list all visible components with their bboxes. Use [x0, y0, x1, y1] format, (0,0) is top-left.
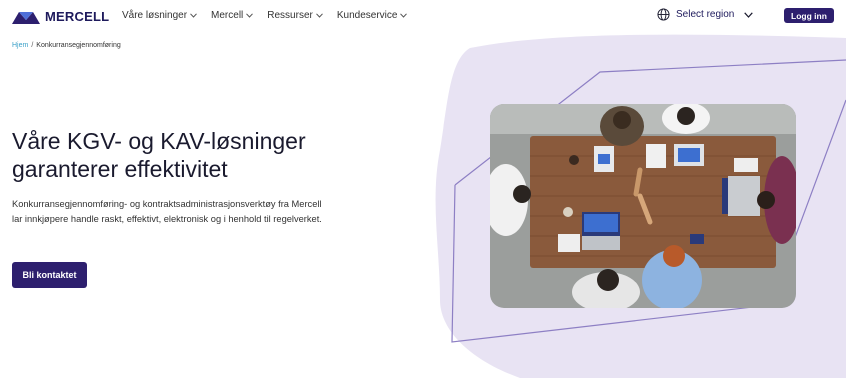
chevron-down-icon: [744, 11, 754, 18]
chevron-down-icon: [400, 13, 408, 18]
site-header: MERCELL Våre løsninger Mercell Ressurser…: [0, 0, 846, 34]
globe-icon: [657, 8, 670, 21]
region-selector[interactable]: Select region: [657, 8, 754, 21]
breadcrumb-current: Konkurransegjennomføring: [36, 42, 121, 49]
chevron-down-icon: [315, 13, 323, 18]
hero-description-line-2: lar innkjøpere handle raskt, effektivt, …: [12, 214, 322, 224]
nav-label: Ressurser: [267, 10, 313, 21]
page-title-line-2: garanterer effektivitet: [12, 156, 228, 182]
nav-item-resources[interactable]: Ressurser: [267, 10, 323, 21]
chevron-down-icon: [246, 13, 254, 18]
chevron-down-icon: [190, 13, 197, 18]
nav-item-mercell[interactable]: Mercell: [211, 10, 254, 21]
brand-name: MERCELL: [45, 9, 110, 24]
breadcrumb-separator: /: [31, 42, 34, 49]
page-title: Våre KGV- og KAV-løsninger garanterer ef…: [12, 127, 392, 183]
nav-item-customer-service[interactable]: Kundeservice: [337, 10, 408, 21]
breadcrumb-home-link[interactable]: Hjem: [12, 42, 28, 49]
meeting-illustration: [490, 104, 796, 308]
nav-item-solutions[interactable]: Våre løsninger: [122, 10, 197, 21]
nav-label: Kundeservice: [336, 10, 398, 21]
breadcrumb: Hjem / Konkurransegjennomføring: [12, 42, 121, 49]
main-nav: Våre løsninger Mercell Ressurser Kundese…: [122, 10, 408, 21]
hero-description: Konkurransegjennomføring- og kontraktsad…: [12, 197, 412, 227]
region-label: Select region: [676, 9, 735, 20]
login-button[interactable]: Logg inn: [784, 8, 834, 23]
hero-description-line-1: Konkurransegjennomføring- og kontraktsad…: [12, 199, 322, 209]
team-meeting-photo: [490, 104, 796, 308]
nav-label: Mercell: [211, 10, 244, 21]
nav-label: Våre løsninger: [122, 10, 188, 21]
mercell-logo[interactable]: MERCELL: [12, 9, 109, 24]
contact-me-button[interactable]: Bli kontaktet: [12, 262, 87, 288]
mercell-logo-icon: [12, 11, 40, 24]
page-title-line-1: Våre KGV- og KAV-løsninger: [12, 128, 306, 154]
